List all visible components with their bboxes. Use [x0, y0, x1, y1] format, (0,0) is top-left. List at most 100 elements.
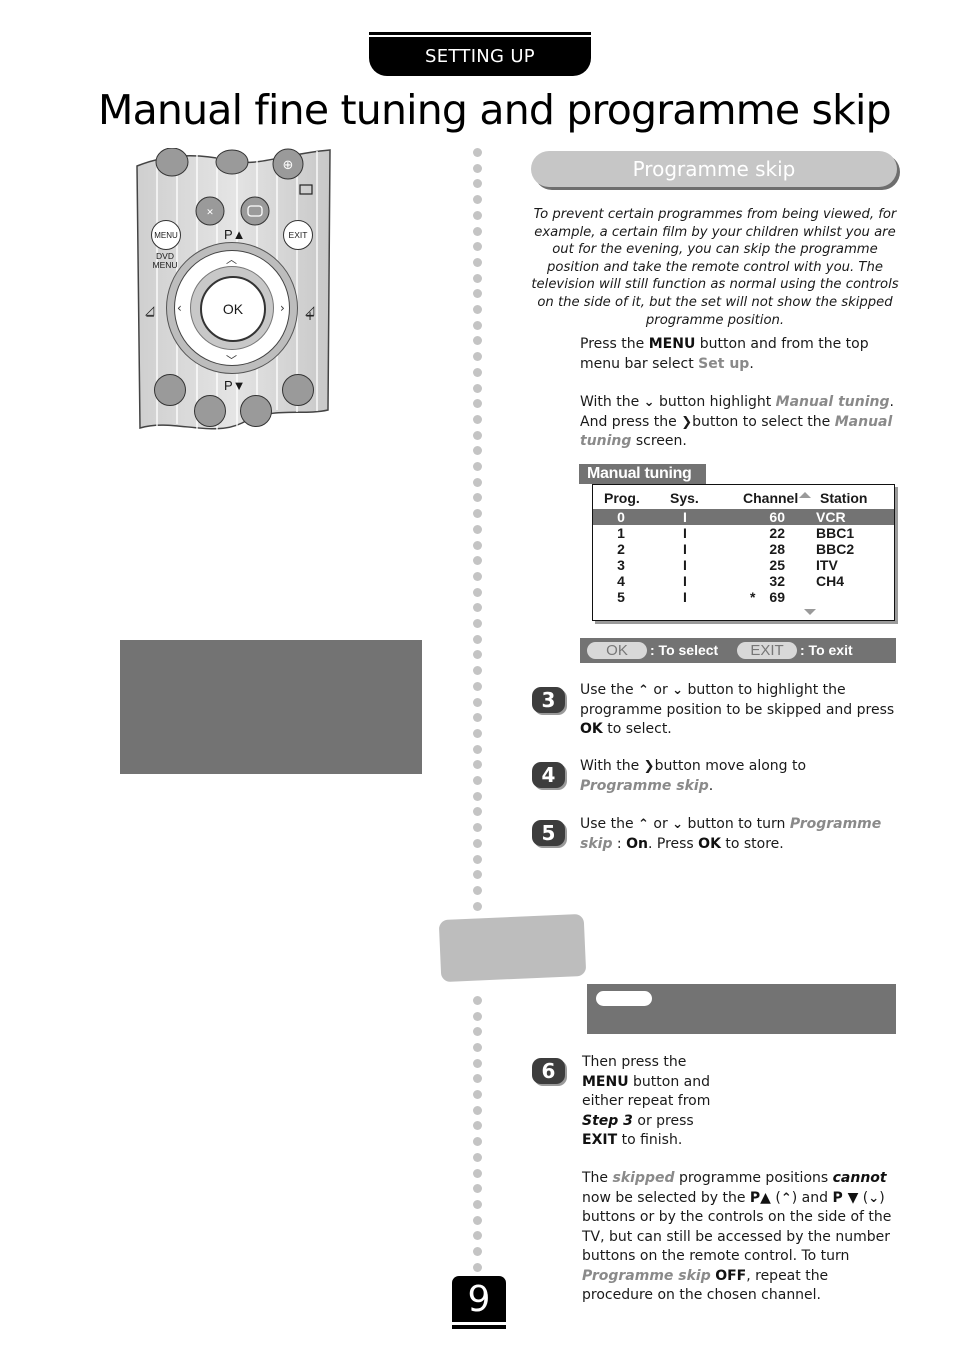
divider-dot [473, 619, 482, 628]
sys-cell: I [683, 525, 687, 541]
text: to finish. [617, 1132, 683, 1148]
text: ) and [791, 1189, 833, 1206]
divider-dot [473, 1247, 482, 1256]
divider-dot [473, 1011, 482, 1021]
programme-skip-term: Programme skip [580, 777, 709, 794]
column-header-sys: Sys. [670, 490, 699, 506]
programme-skip-term: Programme skip [582, 1267, 711, 1284]
skip-note: The skipped programme positions cannot n… [582, 1169, 902, 1306]
colour-button-1 [154, 374, 186, 406]
sys-cell: I [683, 557, 687, 573]
volume-up-icon: ◿ + [305, 303, 316, 323]
station-cell: VCR [816, 509, 846, 525]
divider-dot [473, 1042, 482, 1052]
page-number-rule [452, 1325, 506, 1329]
table-row[interactable]: 4 I 32 CH4 [593, 573, 894, 589]
divider-dot [473, 587, 482, 597]
divider-dot [473, 524, 482, 534]
intro-paragraph: To prevent certain programmes from being… [531, 207, 899, 328]
nav-down-icon: ﹀ [226, 354, 237, 367]
divider-dot [473, 634, 482, 644]
divider-dot [473, 760, 482, 770]
text: With the [580, 394, 644, 410]
ok-key: OK [698, 835, 721, 852]
p-down-key: P ▼ [832, 1189, 859, 1206]
chevron-down-icon: ⌄ [868, 1190, 880, 1206]
divider-dot [473, 1090, 482, 1099]
table-header: Prog. Sys. Channel Station [593, 490, 894, 508]
menu-screen: Prog. Sys. Channel Station 0 I 60 VCR 1 I 22 BB… [592, 484, 895, 621]
table-row[interactable]: 2 I 28 BBC2 [593, 541, 894, 557]
manual-tuning-term: Manual tuning [775, 394, 890, 410]
divider-dot [473, 1215, 482, 1225]
table-row[interactable]: 1 I 22 BBC1 [593, 525, 894, 541]
divider-dot [473, 1168, 482, 1178]
text: programme positions [674, 1170, 833, 1186]
text: or [648, 816, 673, 832]
chevron-right-icon: ❯ [681, 414, 693, 430]
table-row[interactable]: 0 I 60 VCR [593, 509, 894, 525]
divider-dot [473, 901, 482, 911]
divider-dot [473, 681, 482, 691]
divider-dot [473, 414, 482, 424]
text: Press the [580, 336, 649, 352]
colour-button-3 [240, 395, 272, 427]
grey-tilted-placeholder [438, 913, 587, 983]
divider-dot [473, 854, 482, 864]
divider-dot [473, 383, 482, 393]
text: The [582, 1170, 613, 1186]
menu-legend-bar: OK : To select EXIT : To exit [580, 638, 896, 663]
divider-dot [473, 336, 482, 346]
divider-dot [473, 305, 482, 314]
text: Then press the [582, 1054, 687, 1070]
scroll-down-icon [804, 609, 816, 615]
exit-button: EXIT [283, 220, 313, 250]
divider-dot [473, 210, 482, 220]
menu-key: MENU [582, 1073, 629, 1090]
channel-cell: 32 [769, 573, 785, 589]
channel-cell: 69 [769, 589, 785, 605]
divider-dot [473, 195, 482, 205]
set-up-term: Set up [698, 355, 750, 372]
divider-dot [473, 399, 482, 409]
ok-key-label: : To select [650, 642, 719, 658]
prog-cell: 3 [617, 557, 625, 573]
section-tab: SETTING UP [369, 37, 591, 76]
divider-dot [473, 320, 482, 330]
dvd-menu-label: DVD MENU [152, 251, 178, 270]
divider-dot [473, 666, 482, 676]
text: . [708, 777, 714, 794]
divider-dot [473, 1231, 482, 1241]
divider-dot [473, 1105, 482, 1115]
table-row[interactable]: 5 I * 69 [593, 589, 894, 605]
station-cell: BBC2 [816, 541, 855, 557]
ok-key: OK [580, 721, 603, 737]
text: ( [770, 1189, 781, 1206]
prog-cell: 4 [617, 573, 625, 589]
step-4-badge: 4 [532, 762, 565, 788]
column-header-prog: Prog. [604, 490, 640, 506]
divider-dot [473, 1058, 482, 1068]
divider-dot [473, 430, 482, 440]
divider-dot [473, 791, 482, 801]
step-3-badge: 3 [532, 687, 565, 713]
divider-dot [473, 885, 482, 895]
divider-dot [473, 650, 482, 660]
divider-dot [473, 163, 482, 173]
table-row[interactable]: 3 I 25 ITV [593, 557, 894, 573]
step-3-text: Use the ⌃ or ⌄ button to highlight the p… [580, 681, 900, 740]
divider-dot [473, 697, 482, 707]
divider-dot [473, 1262, 482, 1272]
divider-dot [473, 995, 482, 1005]
page-title: Manual fine tuning and programme skip [98, 86, 892, 134]
divider-dot [473, 870, 482, 880]
divider-dot [473, 744, 482, 754]
divider-dot [473, 603, 482, 613]
divider-dot [473, 289, 482, 299]
channel-cell: 22 [769, 525, 785, 541]
divider-dot [473, 446, 482, 456]
step-3-reference: Step 3 [582, 1112, 633, 1129]
text: Use the [580, 816, 639, 832]
text: to store. [720, 835, 784, 852]
svg-text:✕: ✕ [206, 208, 214, 218]
